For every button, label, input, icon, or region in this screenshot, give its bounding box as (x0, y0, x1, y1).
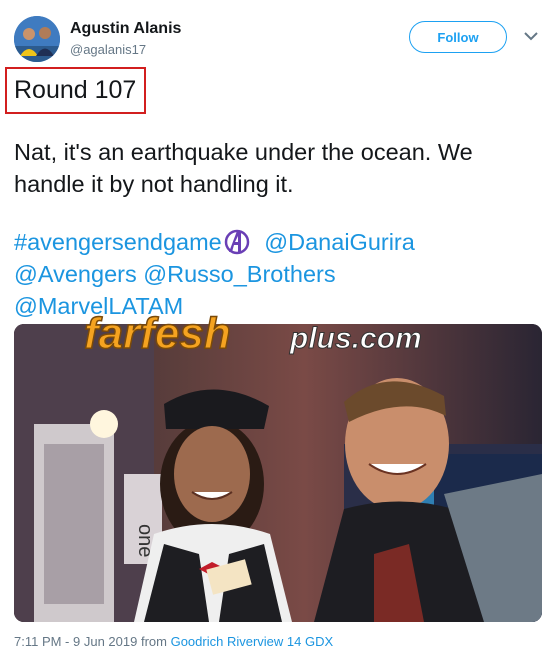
tweet-timestamp[interactable]: 7:11 PM - 9 Jun 2019 (14, 634, 137, 649)
follow-button-label: Follow (437, 29, 479, 45)
farfesh-watermark: farfesh plus.com (83, 308, 422, 359)
mention-russo-brothers[interactable]: @Russo_Brothers (143, 261, 335, 287)
avengers-logo-icon (224, 229, 249, 255)
mention-avengers[interactable]: @Avengers (14, 261, 137, 287)
watermark-brand-suffix: plus.com (289, 322, 422, 355)
avatar-photo (14, 16, 60, 62)
follow-button[interactable]: Follow (409, 21, 507, 53)
user-name[interactable]: Agustin Alanis (70, 20, 181, 38)
tweet-text: Nat, it's an earthquake under the ocean.… (14, 136, 554, 200)
selfie-image: one (14, 324, 542, 622)
round-overlay-label: Round 107 (14, 76, 137, 104)
avatar[interactable] (14, 16, 60, 62)
tweet-source-link[interactable]: Goodrich Riverview 14 GDX (171, 634, 334, 649)
tweet-text-line-2: handle it by not handling it. (14, 171, 294, 197)
tweet-photo[interactable]: one (14, 324, 542, 622)
user-handle[interactable]: @agalanis17 (70, 42, 146, 57)
chevron-down-icon[interactable] (522, 29, 540, 43)
mention-danaigurira[interactable]: @DanaiGurira (264, 229, 415, 255)
hashtag-avengersendgame[interactable]: #avengersendgame (14, 229, 222, 255)
tweet-text-line-1: Nat, it's an earthquake under the ocean.… (14, 139, 473, 165)
watermark-logo: farfesh plus.com (83, 304, 484, 364)
watermark-brand-main: farfesh (84, 309, 231, 358)
tweet-header: Agustin Alanis @agalanis17 Follow (0, 0, 560, 64)
footer-from-label: from (140, 634, 167, 649)
tweet-footer: 7:11 PM - 9 Jun 2019 from Goodrich River… (14, 634, 333, 649)
